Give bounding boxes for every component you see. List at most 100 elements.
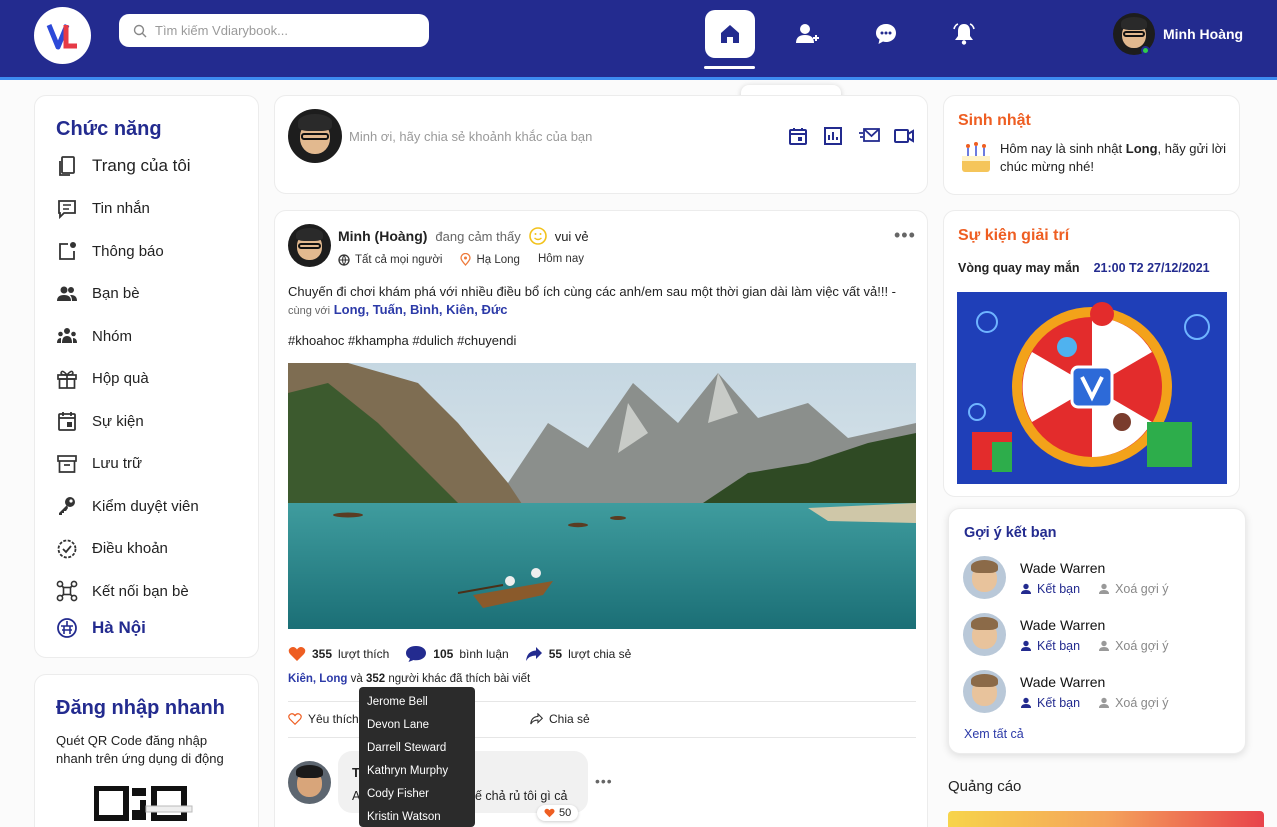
globe-icon xyxy=(338,253,350,266)
sidebar-item-label: Kiểm duyệt viên xyxy=(92,497,199,515)
comments-stat[interactable]: 105 bình luận xyxy=(405,645,509,663)
qr-code[interactable] xyxy=(93,785,204,826)
sidebar-item-archive[interactable]: Lưu trữ xyxy=(56,443,258,486)
feeling-value: vui vẻ xyxy=(554,228,589,244)
remove-suggestion-button[interactable]: Xoá gợi ý xyxy=(1098,582,1168,596)
add-friend-button[interactable]: Kết bạn xyxy=(1020,696,1080,710)
user-icon xyxy=(1021,640,1031,651)
likes-stat[interactable]: 355 lượt thích xyxy=(288,646,389,662)
liked-by-names[interactable]: Kiên, Long xyxy=(288,673,347,685)
quick-login-title: Đăng nhập nhanh xyxy=(56,697,225,719)
sidebar-item-terms[interactable]: Điều khoản xyxy=(56,528,258,571)
composer-input[interactable]: Minh ơi, hãy chia sẻ khoảnh khắc của bạn xyxy=(349,129,592,144)
comment-more-options[interactable]: ••• xyxy=(595,773,613,789)
sidebar-item-label: Điều khoản xyxy=(92,540,168,558)
sidebar-item-connect-friends[interactable]: Kết nối bạn bè xyxy=(56,570,258,613)
search-input[interactable] xyxy=(155,23,405,38)
liker-name[interactable]: Cody Fisher xyxy=(359,785,475,808)
notifications-button[interactable] xyxy=(939,10,989,58)
sidebar-item-my-page[interactable]: Trang của tôi xyxy=(56,145,258,188)
sidebar-item-events[interactable]: Sự kiện xyxy=(56,400,258,443)
online-status-dot xyxy=(1141,46,1150,55)
search-icon xyxy=(133,24,147,37)
calendar-event-icon[interactable] xyxy=(788,126,808,146)
post-meta: Tất cả mọi người Hạ Long Hôm nay xyxy=(338,253,584,266)
user-icon xyxy=(1021,697,1031,708)
liker-name[interactable]: Darrell Steward xyxy=(359,739,475,762)
like-button[interactable]: Yêu thích xyxy=(288,712,359,726)
sidebar-item-label: Tin nhắn xyxy=(92,200,150,218)
add-friend-label: Kết bạn xyxy=(1037,639,1081,653)
sidebar-item-messages[interactable]: Tin nhắn xyxy=(56,188,258,231)
feeling-prefix: đang cảm thấy xyxy=(435,228,521,244)
sidebar-item-gift-box[interactable]: Hộp quà xyxy=(56,358,258,401)
messages-button[interactable] xyxy=(861,10,911,58)
with-prefix: cùng với xyxy=(288,305,331,317)
sidebar-item-moderator[interactable]: Kiểm duyệt viên xyxy=(56,485,258,528)
liker-name[interactable]: Kathryn Murphy xyxy=(359,762,475,785)
app-logo[interactable] xyxy=(34,7,91,64)
post-author-name[interactable]: Minh (Hoàng) xyxy=(338,228,427,244)
post-author-avatar[interactable] xyxy=(288,224,331,267)
post-hashtags[interactable]: #khoahoc #khampha #dulich #chuyendi xyxy=(288,333,516,348)
post-more-options[interactable]: ••• xyxy=(894,225,916,246)
likers-list-popup: Jerome Bell Devon Lane Darrell Steward K… xyxy=(359,687,475,827)
bell-icon xyxy=(953,23,975,45)
liker-name[interactable]: Jerome Bell xyxy=(359,693,475,716)
heart-icon xyxy=(288,647,306,661)
comments-label: bình luận xyxy=(459,647,509,661)
suggested-friend-avatar[interactable] xyxy=(963,556,1006,599)
current-user-menu[interactable]: Minh Hoàng xyxy=(1113,13,1243,55)
home-button[interactable] xyxy=(705,10,755,58)
add-friend-button[interactable]: Kết bạn xyxy=(1020,639,1080,653)
tagged-friends[interactable]: Long, Tuấn, Bình, Kiên, Đức xyxy=(334,302,508,317)
post-header: Minh (Hoàng) đang cảm thấy vui vẻ xyxy=(338,227,589,245)
send-mail-icon[interactable] xyxy=(858,126,880,146)
home-icon xyxy=(721,25,739,43)
liker-name[interactable]: Kristin Watson xyxy=(359,808,475,827)
sidebar-item-groups[interactable]: Nhóm xyxy=(56,315,258,358)
group-icon xyxy=(57,328,77,344)
see-all-link[interactable]: Xem tất cả xyxy=(964,727,1024,741)
remove-suggestion-label: Xoá gợi ý xyxy=(1115,639,1169,653)
remove-suggestion-button[interactable]: Xoá gợi ý xyxy=(1098,696,1168,710)
comment-reactions[interactable]: 50 xyxy=(537,805,579,821)
suggested-friend-name[interactable]: Wade Warren xyxy=(1020,674,1168,690)
sidebar-item-friends[interactable]: Bạn bè xyxy=(56,273,258,316)
event-info: Vòng quay may mắn 21:00 T2 27/12/2021 xyxy=(958,261,1239,275)
share-button[interactable]: Chia sẻ xyxy=(530,712,590,726)
suggested-friend-avatar[interactable] xyxy=(963,613,1006,656)
logo-mark xyxy=(46,23,77,49)
share-arrow-icon xyxy=(525,647,542,661)
suggested-friend-avatar[interactable] xyxy=(963,670,1006,713)
sidebar-title: Chức năng xyxy=(56,118,162,140)
shares-stat[interactable]: 55 lượt chia sẻ xyxy=(525,646,631,662)
archive-icon xyxy=(57,454,77,473)
ad-banner[interactable] xyxy=(948,811,1264,827)
birthday-person-name[interactable]: Long xyxy=(1126,141,1158,156)
poll-icon[interactable] xyxy=(823,126,843,146)
friend-requests-button[interactable] xyxy=(783,10,833,58)
sidebar-item-notifications[interactable]: Thông báo xyxy=(56,230,258,273)
birthday-card: Sinh nhật Hôm nay là sinh nhật Long, hãy… xyxy=(943,95,1240,195)
liked-by-count[interactable]: 352 xyxy=(366,673,385,685)
post-photo-lake[interactable] xyxy=(288,363,916,629)
video-icon[interactable] xyxy=(893,126,915,146)
friend-suggestion-item: Wade Warren Kết bạn Xoá gợi ý xyxy=(963,670,1168,713)
search-bar[interactable] xyxy=(119,14,429,47)
chat-icon xyxy=(876,24,896,44)
share-outline-icon xyxy=(530,713,543,725)
sidebar-item-location[interactable]: Hà Nội xyxy=(56,613,258,643)
liker-name[interactable]: Devon Lane xyxy=(359,716,475,739)
commenter-avatar[interactable] xyxy=(288,761,331,804)
post-content: Chuyến đi chơi khám phá với nhiều điều b… xyxy=(288,283,918,320)
quick-login-card: Đăng nhập nhanh Quét QR Code đăng nhập n… xyxy=(34,674,259,827)
gift-icon xyxy=(57,370,77,389)
top-navigation-bar: Minh Hoàng xyxy=(0,0,1277,80)
add-friend-button[interactable]: Kết bạn xyxy=(1020,582,1080,596)
lucky-wheel-banner[interactable] xyxy=(957,292,1227,484)
suggested-friend-name[interactable]: Wade Warren xyxy=(1020,560,1168,576)
event-name[interactable]: Vòng quay may mắn xyxy=(958,261,1080,275)
remove-suggestion-button[interactable]: Xoá gợi ý xyxy=(1098,639,1168,653)
suggested-friend-name[interactable]: Wade Warren xyxy=(1020,617,1168,633)
